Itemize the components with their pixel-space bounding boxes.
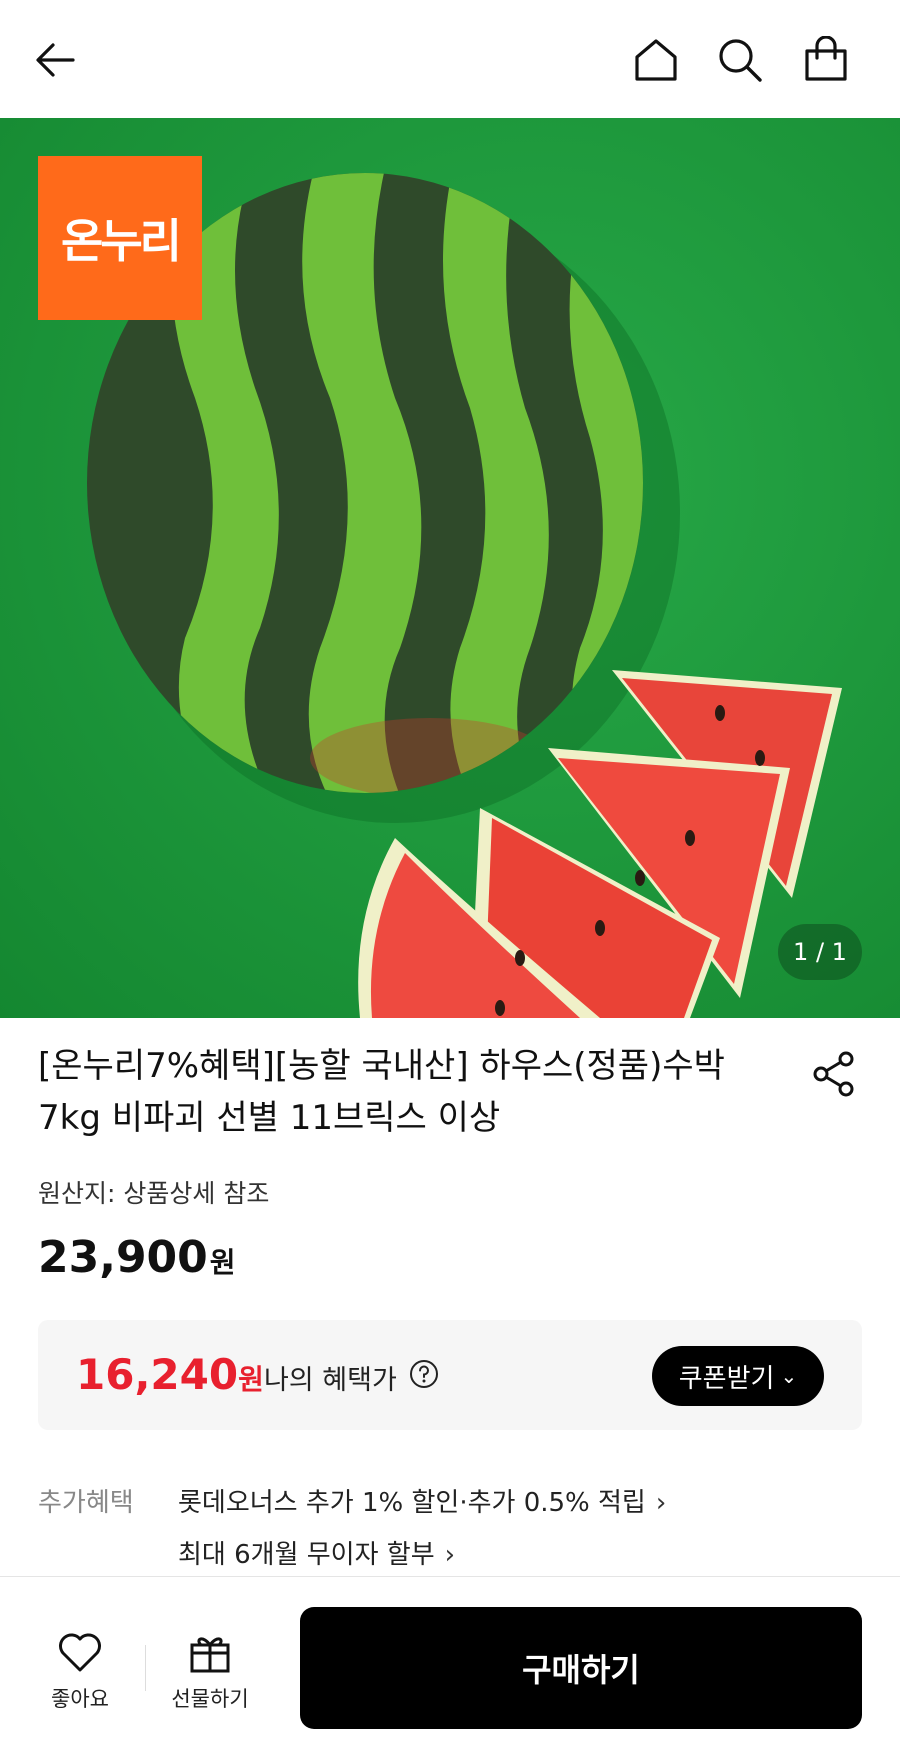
gift-button[interactable]: 선물하기 [155, 1627, 265, 1713]
price-value: 23,900 [38, 1232, 208, 1283]
question-circle-icon [410, 1360, 438, 1388]
divider [145, 1645, 146, 1691]
chevron-right-icon: › [444, 1540, 456, 1570]
product-price: 23,900원 [38, 1232, 236, 1283]
cart-button[interactable] [796, 30, 856, 90]
top-bar [0, 0, 900, 118]
gift-label: 선물하기 [171, 1687, 249, 1711]
onnuri-logo: 온누리 [38, 156, 202, 320]
help-button[interactable] [409, 1359, 439, 1389]
bottom-action-bar: 좋아요 선물하기 구매하기 [0, 1576, 900, 1757]
origin-text: 원산지: 상품상세 참조 [38, 1179, 270, 1208]
buy-button[interactable]: 구매하기 [300, 1607, 862, 1729]
back-button[interactable] [26, 30, 86, 90]
extra-benefit-installment[interactable]: 최대 6개월 무이자 할부 › [178, 1534, 455, 1571]
logo-text: 온누리 [61, 214, 182, 268]
home-icon [635, 39, 677, 81]
heart-icon [59, 1633, 101, 1672]
product-title: [온누리7%혜택][농할 국내산] 하우스(정품)수박 7kg 비파괴 선별 1… [38, 1046, 725, 1138]
coupon-button[interactable]: 쿠폰받기 ⌄ [652, 1346, 824, 1406]
extra-benefit-card-text: 롯데오너스 추가 1% 할인·추가 0.5% 적립 [178, 1488, 646, 1518]
image-counter: 1 / 1 [778, 924, 862, 980]
benefit-label: 나의 혜택가 [264, 1365, 397, 1396]
product-image[interactable]: 온누리 1 / 1 [0, 118, 900, 1018]
benefit-box: 16,240원 나의 혜택가 쿠폰받기 ⌄ [38, 1320, 862, 1430]
coupon-button-label: 쿠폰받기 [678, 1362, 775, 1393]
shopping-bag-icon [805, 36, 847, 81]
benefit-price-value: 16,240 [76, 1350, 239, 1399]
search-button[interactable] [710, 30, 770, 90]
extra-benefit-card[interactable]: 롯데오너스 추가 1% 할인·추가 0.5% 적립 › [178, 1482, 666, 1519]
extra-benefit-installment-text: 최대 6개월 무이자 할부 [178, 1540, 435, 1570]
gift-icon [190, 1637, 230, 1673]
like-button[interactable]: 좋아요 [25, 1627, 135, 1713]
chevron-down-icon: ⌄ [780, 1365, 798, 1388]
benefit-price: 16,240원 [76, 1350, 264, 1399]
search-icon [719, 39, 762, 82]
chevron-right-icon: › [655, 1488, 667, 1518]
arrow-left-icon [36, 43, 75, 77]
price-unit: 원 [209, 1246, 236, 1279]
product-info: [온누리7%혜택][농할 국내산] 하우스(정품)수박 7kg 비파괴 선별 1… [38, 1040, 798, 1144]
home-button[interactable] [626, 30, 686, 90]
share-icon [813, 1051, 854, 1097]
like-label: 좋아요 [51, 1687, 109, 1711]
benefit-price-unit: 원 [238, 1363, 264, 1396]
share-button[interactable] [808, 1048, 860, 1100]
extra-benefits-label: 추가혜택 [38, 1488, 134, 1518]
